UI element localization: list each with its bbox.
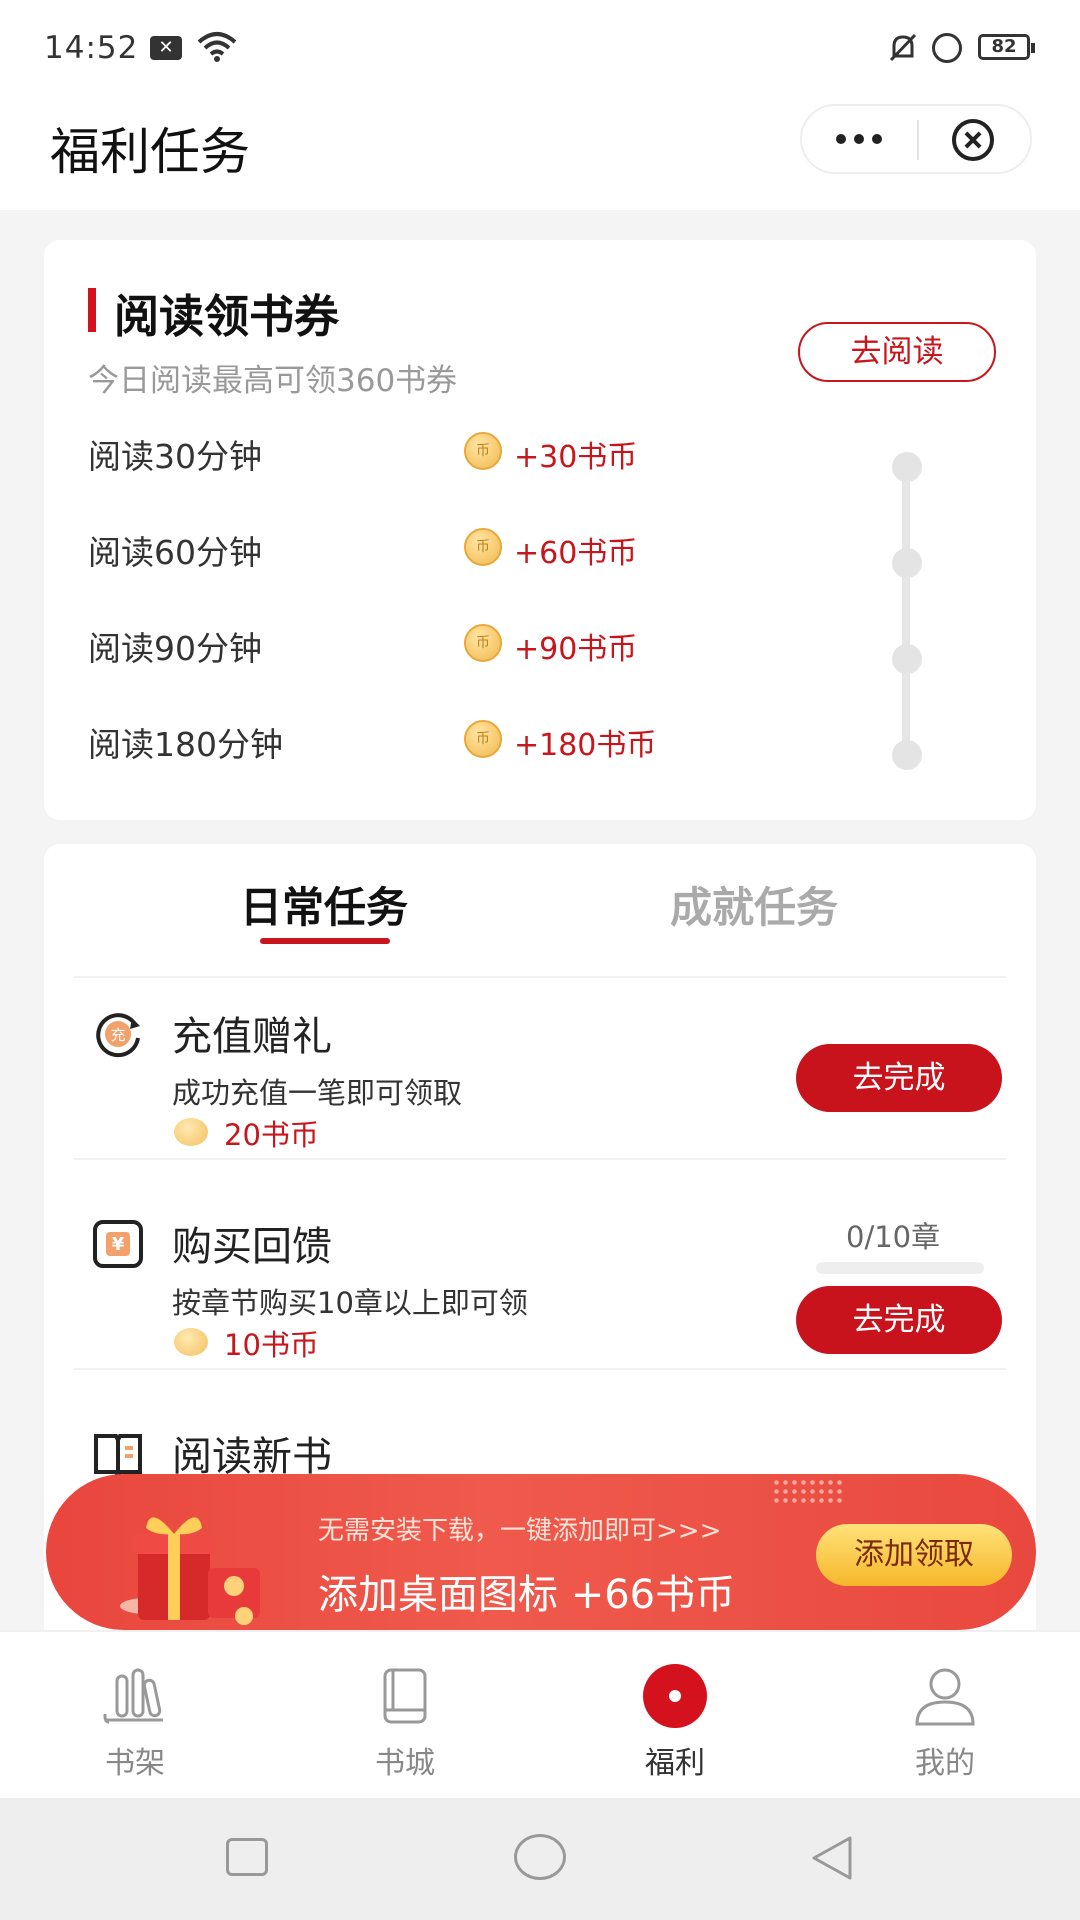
milestone-dot bbox=[892, 452, 922, 482]
nav-item-profile[interactable]: 我的 bbox=[810, 1632, 1080, 1800]
task-reward: 20书币 bbox=[224, 1118, 319, 1152]
milestone-dot bbox=[892, 644, 922, 674]
coin-icon: 币 bbox=[464, 432, 502, 470]
task-progress-text: 0/10章 bbox=[846, 1220, 941, 1254]
banner-headline: 添加桌面图标 +66书币 bbox=[318, 1572, 736, 1618]
home-button[interactable] bbox=[514, 1834, 566, 1880]
tab-daily-tasks[interactable]: 日常任务 bbox=[240, 874, 408, 935]
reading-card-title: 阅读领书券 bbox=[114, 290, 340, 343]
page-title: 福利任务 bbox=[50, 123, 250, 181]
task-reward: 10书币 bbox=[224, 1328, 319, 1362]
banner-subtext: 无需安装下载，一键添加即可>>> bbox=[318, 1516, 722, 1546]
complete-button[interactable]: 去完成 bbox=[796, 1044, 1002, 1112]
task-item-purchase: ¥ 购买回馈 按章节购买10章以上即可领 10书币 0/10章 去完成 bbox=[44, 1188, 1036, 1388]
nav-item-welfare[interactable]: 福利 bbox=[540, 1632, 810, 1800]
milestone-row: 阅读90分钟 币 +90书币 bbox=[44, 612, 1036, 672]
bookshelf-icon bbox=[103, 1668, 163, 1724]
coin-icon bbox=[174, 1328, 208, 1356]
milestone-label: 阅读90分钟 bbox=[88, 629, 262, 668]
status-time: 14:52 bbox=[44, 30, 139, 66]
go-read-button[interactable]: 去阅读 bbox=[798, 322, 996, 382]
milestone-row: 阅读30分钟 币 +30书币 bbox=[44, 420, 1036, 480]
nav-label: 书城 bbox=[375, 1746, 435, 1781]
banner-decoration bbox=[772, 1478, 842, 1506]
milestone-label: 阅读180分钟 bbox=[88, 725, 283, 764]
welfare-icon bbox=[643, 1664, 707, 1728]
recharge-icon: 充 bbox=[96, 1013, 140, 1058]
milestone-row: 阅读180分钟 币 +180书币 bbox=[44, 708, 1036, 768]
task-title: 充值赠礼 bbox=[172, 1014, 332, 1060]
milestone-dot bbox=[892, 548, 922, 578]
complete-button[interactable]: 去完成 bbox=[796, 1286, 1002, 1354]
milestone-label: 阅读30分钟 bbox=[88, 437, 262, 476]
svg-text:¥: ¥ bbox=[112, 1234, 125, 1255]
milestone-reward: +180书币 bbox=[514, 728, 657, 763]
milestone-reward: +90书币 bbox=[514, 632, 638, 667]
add-claim-button[interactable]: 添加领取 bbox=[816, 1524, 1012, 1586]
rotation-lock-icon bbox=[932, 33, 962, 63]
nav-label: 书架 bbox=[105, 1746, 165, 1781]
milestone-reward: +60书币 bbox=[514, 536, 638, 571]
reading-card-subtitle: 今日阅读最高可领360书券 bbox=[88, 363, 458, 399]
bookstore-icon bbox=[383, 1668, 427, 1724]
purchase-icon: ¥ bbox=[93, 1220, 143, 1268]
milestone-dot bbox=[892, 740, 922, 770]
back-button[interactable] bbox=[810, 1834, 854, 1882]
tab-achievement-tasks[interactable]: 成就任务 bbox=[670, 874, 838, 935]
reading-reward-card: 阅读领书券 今日阅读最高可领360书券 去阅读 阅读30分钟 币 +30书币 阅… bbox=[44, 240, 1036, 820]
task-description: 按章节购买10章以上即可领 bbox=[172, 1286, 528, 1320]
coin-icon: 币 bbox=[464, 720, 502, 758]
task-title: 购买回馈 bbox=[172, 1224, 332, 1270]
more-dots-icon bbox=[836, 134, 846, 144]
recents-button[interactable] bbox=[226, 1838, 268, 1876]
book-icon bbox=[94, 1434, 142, 1480]
task-item-recharge: 充 充值赠礼 成功充值一笔即可领取 20书币 去完成 bbox=[44, 978, 1036, 1178]
title-accent-bar bbox=[88, 288, 96, 332]
milestone-row: 阅读60分钟 币 +60书币 bbox=[44, 516, 1036, 576]
notification-x-icon: ✕ bbox=[150, 36, 182, 60]
divider bbox=[74, 1158, 1006, 1160]
divider bbox=[74, 1368, 1006, 1370]
wifi-icon bbox=[197, 32, 237, 62]
nav-item-bookstore[interactable]: 书城 bbox=[270, 1632, 540, 1800]
svg-text:充: 充 bbox=[110, 1026, 125, 1044]
nav-item-bookshelf[interactable]: 书架 bbox=[0, 1632, 270, 1800]
capsule-divider bbox=[917, 120, 919, 160]
milestone-track bbox=[902, 460, 910, 750]
nav-label: 福利 bbox=[645, 1746, 705, 1781]
coin-icon: 币 bbox=[464, 624, 502, 662]
status-bar: 14:52 ✕ 82 bbox=[0, 0, 1080, 92]
coin-icon: 币 bbox=[464, 528, 502, 566]
system-navigation-bar bbox=[0, 1798, 1080, 1920]
miniprogram-capsule bbox=[800, 104, 1032, 174]
bottom-navigation: 书架 书城 福利 我的 bbox=[0, 1630, 1080, 1798]
task-progress-bar bbox=[816, 1262, 984, 1274]
bell-off-icon bbox=[889, 33, 917, 62]
nav-label: 我的 bbox=[915, 1746, 975, 1781]
milestone-reward: +30书币 bbox=[514, 440, 638, 475]
close-button[interactable] bbox=[952, 119, 994, 161]
coin-icon bbox=[174, 1118, 208, 1146]
task-description: 成功充值一笔即可领取 bbox=[172, 1076, 463, 1110]
active-tab-indicator bbox=[260, 938, 390, 944]
gift-box-icon bbox=[120, 1517, 260, 1625]
page-header: 福利任务 bbox=[0, 92, 1080, 210]
profile-icon bbox=[915, 1668, 975, 1726]
battery-icon: 82 bbox=[978, 34, 1035, 60]
milestone-label: 阅读60分钟 bbox=[88, 533, 262, 572]
add-to-desktop-banner[interactable]: 无需安装下载，一键添加即可>>> 添加桌面图标 +66书币 添加领取 bbox=[46, 1474, 1036, 1630]
more-button[interactable] bbox=[802, 106, 916, 172]
